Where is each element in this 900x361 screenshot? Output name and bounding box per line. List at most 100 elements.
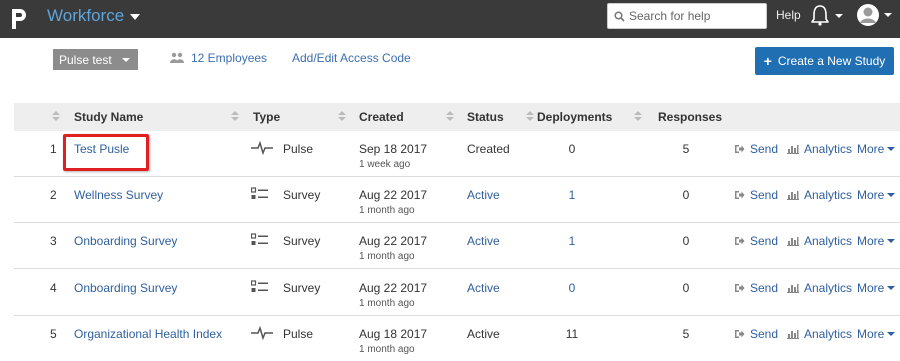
more-menu[interactable]: More: [857, 142, 896, 156]
create-study-label: Create a New Study: [777, 54, 886, 68]
more-menu[interactable]: More: [857, 281, 896, 295]
more-label: More: [857, 188, 885, 202]
survey-list-icon: [251, 280, 268, 292]
column-header-type[interactable]: Type: [253, 110, 280, 124]
row-number: 1: [50, 142, 57, 156]
search-icon: [614, 10, 625, 22]
column-header-status[interactable]: Status: [467, 110, 504, 124]
send-action[interactable]: Send: [734, 234, 778, 248]
send-action[interactable]: Send: [734, 142, 778, 156]
send-action[interactable]: Send: [734, 281, 778, 295]
analytics-label: Analytics: [804, 188, 853, 202]
pulse-icon: [251, 326, 273, 340]
created-date: Aug 22 2017: [359, 234, 428, 248]
analytics-label: Analytics: [804, 234, 853, 248]
user-avatar-icon[interactable]: [856, 2, 896, 28]
row-number: 5: [50, 327, 57, 341]
more-menu[interactable]: More: [857, 188, 896, 202]
created-relative: 1 month ago: [359, 344, 415, 355]
created-date: Sep 18 2017: [359, 142, 428, 156]
study-type: Survey: [283, 188, 321, 202]
notifications-bell-icon[interactable]: [810, 3, 846, 27]
study-type: Survey: [283, 281, 321, 295]
bar-chart-icon: [787, 145, 799, 154]
analytics-label: Analytics: [804, 142, 853, 156]
status-text: Active: [467, 234, 500, 248]
send-icon: [735, 237, 745, 245]
study-group-dropdown[interactable]: Pulse test: [53, 49, 138, 70]
plus-icon: +: [763, 53, 772, 69]
more-menu[interactable]: More: [857, 234, 896, 248]
table-row: 4 Onboarding Survey Survey Aug 22 2017 1…: [14, 270, 900, 316]
responses-count: 0: [682, 281, 690, 295]
study-name-link[interactable]: Organizational Health Index: [74, 327, 222, 341]
sort-icon[interactable]: [634, 111, 642, 123]
column-header-study-name[interactable]: Study Name: [74, 110, 143, 124]
bar-chart-icon: [787, 237, 799, 246]
analytics-action[interactable]: Analytics: [787, 281, 852, 295]
create-study-button[interactable]: + Create a New Study: [755, 47, 894, 75]
sort-icon[interactable]: [526, 111, 534, 123]
employees-link[interactable]: 12 Employees: [170, 51, 267, 65]
row-number: 3: [50, 234, 57, 248]
table-row: 2 Wellness Survey Survey Aug 22 2017 1 m…: [14, 177, 900, 223]
study-name-link[interactable]: Test Pusle: [74, 142, 129, 156]
sort-icon[interactable]: [231, 111, 239, 123]
employees-count-label: 12 Employees: [191, 51, 268, 65]
study-name-link[interactable]: Wellness Survey: [74, 188, 163, 202]
sort-icon[interactable]: [52, 111, 60, 123]
workspace-switcher[interactable]: Workforce: [47, 6, 141, 26]
analytics-action[interactable]: Analytics: [787, 142, 852, 156]
send-action[interactable]: Send: [734, 327, 778, 341]
people-icon: [170, 52, 184, 63]
analytics-action[interactable]: Analytics: [787, 327, 852, 341]
send-label: Send: [750, 188, 779, 202]
caret-down-icon: [122, 58, 130, 62]
help-search-box[interactable]: [607, 3, 767, 29]
analytics-action[interactable]: Analytics: [787, 188, 852, 202]
row-number: 2: [50, 188, 57, 202]
send-label: Send: [750, 234, 779, 248]
sort-icon[interactable]: [338, 111, 346, 123]
study-name-link[interactable]: Onboarding Survey: [74, 281, 177, 295]
deployments-count[interactable]: 1: [554, 188, 590, 202]
responses-count: 5: [682, 142, 690, 156]
access-code-link[interactable]: Add/Edit Access Code: [292, 51, 411, 65]
caret-down-icon: [887, 147, 896, 151]
app-logo-icon[interactable]: [10, 7, 28, 31]
study-name-link[interactable]: Onboarding Survey: [74, 234, 177, 248]
created-relative: 1 month ago: [359, 298, 415, 309]
column-header-deployments[interactable]: Deployments: [537, 110, 612, 124]
deployments-count[interactable]: 1: [554, 234, 590, 248]
analytics-label: Analytics: [804, 281, 853, 295]
sort-icon[interactable]: [446, 111, 454, 123]
created-relative: 1 month ago: [359, 251, 415, 262]
deployments-count[interactable]: 0: [554, 281, 590, 295]
caret-down-icon: [887, 286, 896, 290]
send-label: Send: [750, 142, 779, 156]
more-label: More: [857, 142, 885, 156]
analytics-action[interactable]: Analytics: [787, 234, 852, 248]
study-type: Pulse: [283, 142, 314, 156]
responses-count: 5: [682, 327, 690, 341]
deployments-count: 0: [568, 142, 576, 156]
caret-down-icon: [887, 193, 896, 197]
created-date: Aug 18 2017: [359, 327, 428, 341]
study-type: Pulse: [283, 327, 314, 341]
more-menu[interactable]: More: [857, 327, 896, 341]
send-icon: [735, 284, 745, 292]
bar-chart-icon: [787, 284, 799, 293]
column-header-responses[interactable]: Responses: [658, 110, 722, 124]
studies-table-header: Study Name Type Created Status Deploymen…: [14, 103, 900, 131]
help-link[interactable]: Help: [776, 8, 801, 22]
help-search-input[interactable]: [629, 9, 759, 23]
column-header-created[interactable]: Created: [359, 110, 404, 124]
survey-list-icon: [251, 187, 268, 199]
created-relative: 1 week ago: [359, 159, 411, 170]
row-number: 4: [50, 281, 57, 295]
status-text: Active: [467, 281, 500, 295]
deployments-count: 11: [565, 327, 579, 341]
more-label: More: [857, 281, 885, 295]
caret-down-icon: [130, 14, 141, 20]
send-action[interactable]: Send: [734, 188, 778, 202]
